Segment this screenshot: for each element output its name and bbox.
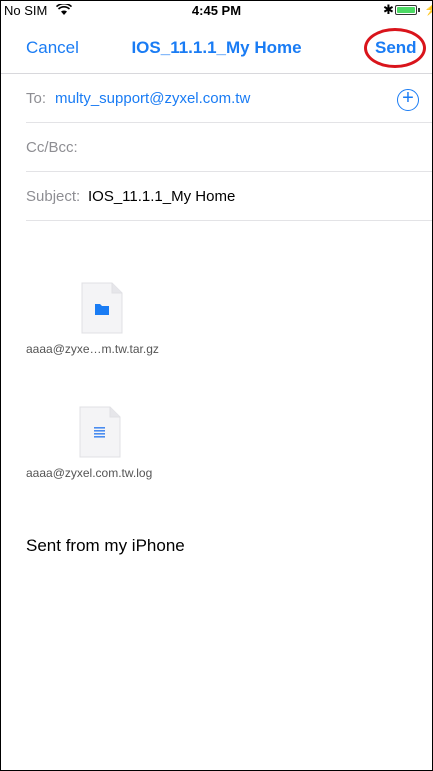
- to-field-row[interactable]: To: multy_support@zyxel.com.tw +: [26, 74, 432, 123]
- charging-icon: ⚡: [424, 2, 432, 16]
- folder-file-icon[interactable]: [81, 282, 123, 334]
- message-body-signature[interactable]: Sent from my iPhone: [26, 536, 185, 556]
- status-bar: No SIM 4:45 PM ✱ ⚡: [1, 1, 432, 21]
- battery-icon: [395, 5, 417, 15]
- add-recipient-button[interactable]: +: [397, 87, 419, 111]
- to-recipient[interactable]: multy_support@zyxel.com.tw: [55, 90, 250, 107]
- subject-value[interactable]: IOS_11.1.1_My Home: [88, 188, 235, 205]
- battery-cap: [418, 8, 420, 12]
- subject-field-row[interactable]: Subject: IOS_11.1.1_My Home: [26, 172, 432, 221]
- cc-bcc-field-row[interactable]: Cc/Bcc:: [26, 123, 432, 172]
- cc-bcc-label: Cc/Bcc:: [26, 139, 78, 156]
- mail-compose-screen: No SIM 4:45 PM ✱ ⚡ Cancel IOS_11.1.1_My …: [0, 0, 433, 771]
- plus-icon: +: [402, 87, 414, 109]
- send-highlight-ring: [364, 28, 426, 68]
- bluetooth-icon: ✱: [383, 2, 394, 17]
- clock: 4:45 PM: [191, 3, 242, 18]
- to-label: To:: [26, 90, 47, 107]
- text-file-icon[interactable]: [79, 406, 121, 458]
- attachment-name[interactable]: aaaa@zyxel.com.tw.log: [26, 466, 152, 480]
- attachment-name[interactable]: aaaa@zyxe…m.tw.tar.gz: [26, 342, 159, 356]
- subject-label: Subject:: [26, 188, 81, 205]
